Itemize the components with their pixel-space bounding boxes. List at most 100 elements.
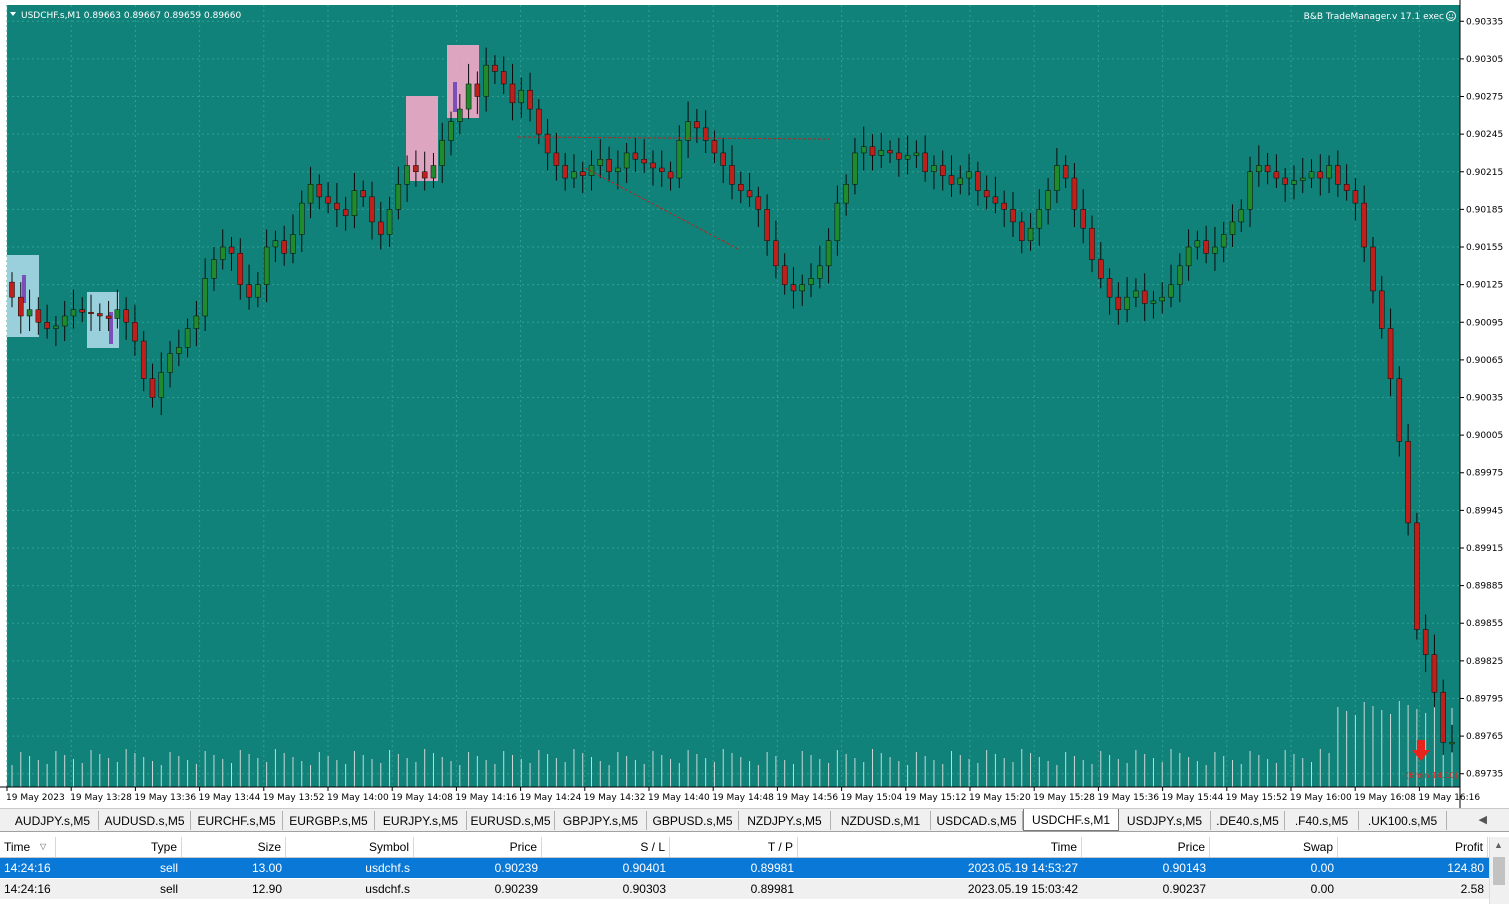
cell-s-l: 0.90303	[622, 882, 666, 896]
candle-body	[957, 177, 964, 185]
tab-audjpy-s-m5[interactable]: AUDJPY.s,M5	[7, 811, 99, 830]
sort-icon[interactable]: ▽	[40, 837, 46, 857]
cell-swap: 0.00	[1310, 861, 1334, 875]
candle-body	[1264, 165, 1271, 173]
plot-background[interactable]	[7, 5, 1460, 787]
candle-body	[948, 175, 955, 185]
candle-body	[334, 202, 340, 210]
tab-eurusd-s-m5[interactable]: EURUSD.s,M5	[467, 811, 555, 830]
tab-gbpjpy-s-m5[interactable]: GBPJPY.s,M5	[555, 811, 647, 830]
candle-body	[1098, 259, 1104, 279]
price-label: 0.90065	[1466, 356, 1503, 366]
price-label: 0.90215	[1466, 168, 1503, 178]
tab-nzdusd-s-m1[interactable]: NZDUSD.s,M1	[831, 811, 931, 830]
candle-body	[1080, 209, 1086, 229]
candle-body	[1141, 290, 1148, 304]
candle-body	[18, 296, 24, 317]
cell-time: 2023.05.19 15:03:42	[967, 882, 1078, 896]
scroll-up-icon[interactable]: ▲	[1494, 840, 1503, 850]
tab-usdchf-s-m1[interactable]: USDCHF.s,M1	[1023, 809, 1119, 831]
cell-symbol: usdchf.s	[365, 861, 410, 875]
tab-gbpusd-s-m5[interactable]: GBPUSD.s,M5	[647, 811, 739, 830]
candle-body	[799, 284, 805, 292]
column-header-type[interactable]: Type	[56, 837, 182, 857]
trade-row[interactable]: 14:24:16 sell 13.00 usdchf.s 0.90239 0.90401 0…	[0, 858, 1490, 878]
tab--de40-s-m5[interactable]: .DE40.s,M5	[1211, 811, 1285, 830]
column-header-size[interactable]: Size	[182, 837, 286, 857]
column-header-time[interactable]: Time	[798, 837, 1082, 857]
candle-body	[228, 246, 235, 254]
column-header-symbol[interactable]: Symbol	[286, 837, 414, 857]
time-label: 19 May 15:20	[969, 793, 1031, 803]
candle-body	[1282, 177, 1288, 185]
candle-body	[1414, 522, 1420, 630]
time-label: 19 May 15:44	[1162, 793, 1224, 803]
scroll-thumb[interactable]	[1493, 857, 1505, 885]
candle-body	[834, 202, 841, 241]
candle-body	[992, 196, 999, 204]
tab--uk100-s-m5[interactable]: .UK100.s,M5	[1359, 811, 1447, 830]
tab-audusd-s-m5[interactable]: AUDUSD.s,M5	[99, 811, 191, 830]
candle-body	[632, 152, 639, 160]
candle-body	[263, 246, 270, 285]
candle-body	[553, 152, 560, 166]
column-header-swap[interactable]: Swap	[1210, 837, 1338, 857]
candle-body	[272, 240, 279, 248]
column-header-t-p[interactable]: T / P	[670, 837, 798, 857]
column-header-s-l[interactable]: S / L	[542, 837, 670, 857]
tab-scroll-left-icon[interactable]: ◀	[1479, 813, 1487, 826]
time-label: 19 May 14:48	[712, 793, 774, 803]
cell-price: 0.90237	[1162, 882, 1206, 896]
tab--f40-s-m5[interactable]: .F40.s,M5	[1285, 811, 1359, 830]
terminal-header: Time Type Size Symbol Price S / LT / P Time Pri…	[0, 837, 1490, 858]
column-header-profit[interactable]: Profit	[1338, 837, 1488, 857]
tab-eurjpy-s-m5[interactable]: EURJPY.s,M5	[375, 811, 467, 830]
column-header-price[interactable]: Price	[414, 837, 542, 857]
time-label: 19 May 14:00	[327, 793, 389, 803]
tab-usdjpy-s-m5[interactable]: USDJPY.s,M5	[1119, 811, 1211, 830]
candle-body	[167, 353, 173, 373]
candle-body	[176, 347, 182, 354]
candle-body	[500, 71, 507, 85]
candle-body	[474, 83, 481, 97]
candle-body	[448, 121, 454, 141]
candle-body	[536, 108, 542, 135]
column-header-price[interactable]: Price	[1082, 837, 1210, 857]
cell-price: 0.90239	[494, 861, 538, 875]
candle-body	[685, 121, 691, 141]
candle-body	[1431, 654, 1438, 693]
candle-body	[193, 315, 200, 329]
candle-body	[35, 309, 42, 323]
candle-body	[966, 171, 972, 179]
cell-price: 0.90143	[1162, 861, 1206, 875]
candle-body	[123, 309, 129, 323]
candle-body	[896, 152, 902, 160]
symbol-info: USDCHF.s,M1 0.89663 0.89667 0.89659 0.89…	[21, 11, 242, 21]
candle-body	[1449, 742, 1455, 745]
candle-body	[369, 196, 375, 223]
candle-body	[316, 184, 323, 198]
price-label: 0.89915	[1466, 544, 1503, 554]
candle-body	[571, 171, 577, 179]
candle-body	[465, 83, 472, 110]
tab-eurchf-s-m5[interactable]: EURCHF.s,M5	[191, 811, 283, 830]
tab-usdcad-s-m5[interactable]: USDCAD.s,M5	[931, 811, 1023, 830]
price-chart[interactable]: 0.90335 0.90305 0.90275 0.90245 0.90215 0.901…	[0, 0, 1509, 808]
candle-body	[922, 152, 928, 173]
candle-body	[255, 284, 261, 298]
tab-eurgbp-s-m5[interactable]: EURGBP.s,M5	[283, 811, 375, 830]
candle-body	[1036, 209, 1043, 229]
candle-body	[738, 184, 744, 191]
candle-body	[1045, 190, 1051, 210]
trade-row[interactable]: 14:24:16 sell 12.90 usdchf.s 0.90239 0.90303 0…	[0, 879, 1490, 899]
candle-body	[299, 202, 305, 235]
candle-body	[1396, 378, 1403, 442]
candle-body	[140, 340, 147, 379]
terminal-scrollbar[interactable]: ▲	[1489, 837, 1509, 904]
candle-body	[650, 162, 656, 169]
candle-body	[492, 64, 498, 72]
column-header-time[interactable]: Time	[0, 837, 56, 857]
chart-area[interactable]: 0.90335 0.90305 0.90275 0.90245 0.90215 0.901…	[0, 0, 1509, 808]
price-label: 0.89975	[1466, 469, 1503, 479]
tab-nzdjpy-s-m5[interactable]: NZDJPY.s,M5	[739, 811, 831, 830]
